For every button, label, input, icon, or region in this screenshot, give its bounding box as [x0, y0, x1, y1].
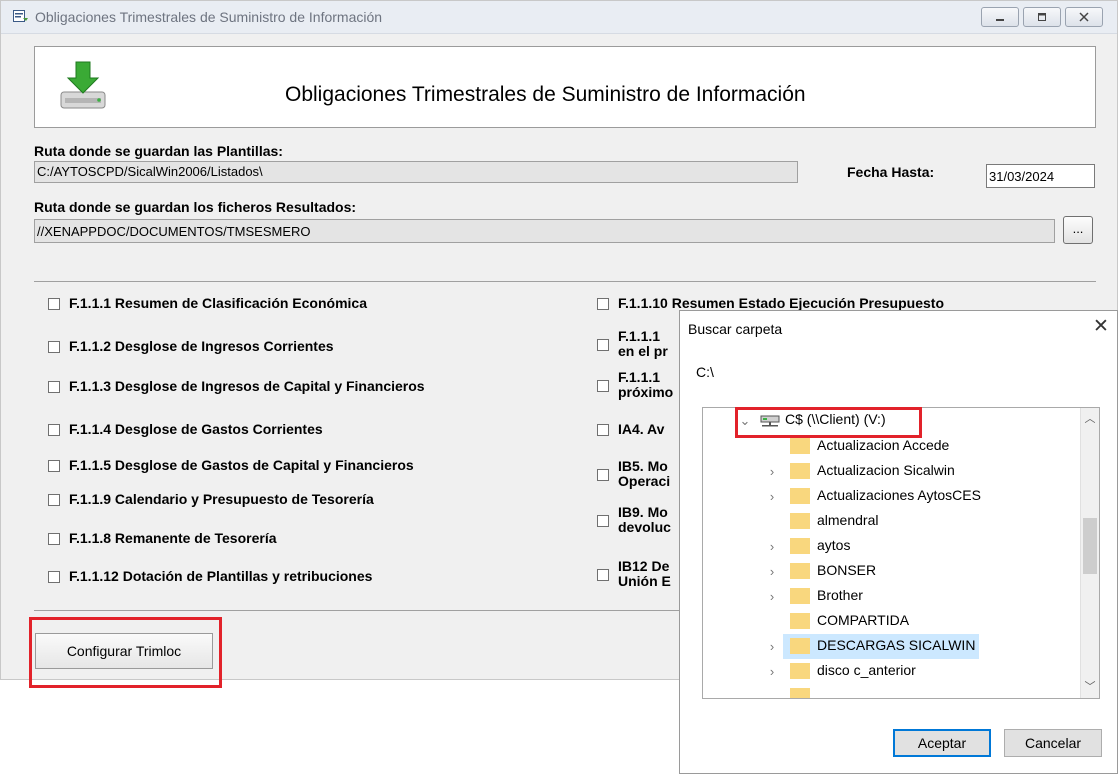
folder-icon — [790, 438, 810, 454]
checkbox-square[interactable] — [597, 515, 609, 527]
chevron-right-icon[interactable]: › — [766, 590, 778, 603]
templates-path-field[interactable]: C:/AYTOSCPD/SicalWin2006/Listados\ — [34, 161, 798, 183]
tree-scrollbar[interactable]: ︿ ﹀ — [1080, 408, 1099, 698]
folder-icon — [790, 563, 810, 579]
folder-icon — [790, 513, 810, 529]
highlight-box — [29, 617, 222, 688]
checkbox-square[interactable] — [48, 341, 60, 353]
maximize-icon[interactable] — [1023, 7, 1061, 27]
aceptar-button[interactable]: Aceptar — [893, 729, 991, 757]
tree-item[interactable]: almendral — [703, 509, 1083, 534]
fecha-hasta-label: Fecha Hasta: — [847, 164, 935, 180]
folder-icon — [790, 463, 810, 479]
report-checkbox[interactable]: IB5. Mo Operaci — [597, 459, 670, 489]
checkbox-square[interactable] — [597, 569, 609, 581]
report-checkbox[interactable]: F.1.1.8 Remanente de Tesorería — [48, 531, 277, 546]
report-checkbox[interactable]: F.1.1.1 en el pr — [597, 329, 668, 359]
checkbox-square[interactable] — [597, 298, 609, 310]
chevron-right-icon[interactable]: › — [766, 465, 778, 478]
scroll-down-icon[interactable]: ﹀ — [1081, 678, 1099, 696]
folder-icon — [790, 538, 810, 554]
dialog-title: Buscar carpeta — [688, 321, 783, 337]
report-checkbox[interactable]: F.1.1.3 Desglose de Ingresos de Capital … — [48, 379, 425, 394]
app-icon — [13, 10, 28, 22]
folder-tree[interactable]: ⌄ C$ (\\Client) (V:) Actualizacion Acced… — [702, 407, 1100, 699]
report-checkbox[interactable]: F.1.1.1 Resumen de Clasificación Económi… — [48, 296, 367, 311]
chevron-right-icon[interactable]: › — [766, 640, 778, 653]
report-checkbox[interactable]: F.1.1.10 Resumen Estado Ejecución Presup… — [597, 296, 944, 311]
checkbox-square[interactable] — [48, 494, 60, 506]
tree-item[interactable]: › BONSER — [703, 559, 1083, 584]
browse-button[interactable]: ... — [1063, 216, 1093, 244]
window-controls — [981, 7, 1103, 29]
scroll-thumb[interactable] — [1083, 518, 1097, 574]
chevron-right-icon[interactable]: › — [766, 540, 778, 553]
scroll-up-icon[interactable]: ︿ — [1081, 410, 1099, 428]
minimize-icon[interactable] — [981, 7, 1019, 27]
close-icon[interactable]: ✕ — [1091, 317, 1111, 337]
report-checkbox[interactable]: F.1.1.5 Desglose de Gastos de Capital y … — [48, 458, 414, 473]
folder-icon — [790, 588, 810, 604]
report-checkbox[interactable]: IB9. Mo devoluc — [597, 505, 671, 535]
folder-icon — [790, 663, 810, 679]
report-checkbox[interactable]: F.1.1.4 Desglose de Gastos Corrientes — [48, 422, 323, 437]
report-checkbox[interactable]: F.1.1.2 Desglose de Ingresos Corrientes — [48, 339, 334, 354]
header-panel: Obligaciones Trimestrales de Suministro … — [34, 46, 1096, 128]
tree-item[interactable]: › aytos — [703, 534, 1083, 559]
cancelar-button[interactable]: Cancelar — [1004, 729, 1102, 757]
folder-icon — [790, 613, 810, 629]
report-checkbox[interactable]: F.1.1.1 próximo — [597, 370, 673, 400]
folder-icon — [790, 488, 810, 504]
download-drive-icon — [60, 61, 106, 109]
checkbox-square[interactable] — [597, 424, 609, 436]
checkbox-square[interactable] — [48, 381, 60, 393]
report-checkbox[interactable]: F.1.1.12 Dotación de Plantillas y retrib… — [48, 569, 372, 584]
checkbox-square[interactable] — [597, 339, 609, 351]
tree-item[interactable]: › Actualizacion Sicalwin — [703, 459, 1083, 484]
tree-item[interactable]: › Brother — [703, 584, 1083, 609]
chevron-right-icon[interactable]: › — [766, 665, 778, 678]
results-path-label: Ruta donde se guardan los ficheros Resul… — [34, 199, 357, 215]
tree-item[interactable]: › disco c_anterior — [703, 659, 1083, 684]
page-title: Obligaciones Trimestrales de Suministro … — [285, 83, 806, 106]
window-title: Obligaciones Trimestrales de Suministro … — [35, 9, 383, 25]
report-checkbox[interactable]: IA4. Av — [597, 422, 664, 437]
templates-path-label: Ruta donde se guardan las Plantillas: — [34, 143, 283, 159]
fecha-hasta-field[interactable]: 31/03/2024 — [986, 164, 1095, 188]
checkbox-square[interactable] — [48, 533, 60, 545]
results-path-field[interactable]: //XENAPPDOC/DOCUMENTOS/TMSESMERO — [34, 219, 1055, 243]
chevron-right-icon[interactable]: › — [766, 565, 778, 578]
buscar-carpeta-dialog: Buscar carpeta ✕ C:\ ⌄ C$ (\\Client) (V:… — [679, 310, 1118, 774]
report-checkbox[interactable]: IB12 De Unión E — [597, 559, 671, 589]
tree-item[interactable]: COMPARTIDA — [703, 609, 1083, 634]
tree-item-selected[interactable]: DESCARGAS SICALWIN — [783, 634, 979, 659]
selected-path: C:\ — [696, 364, 714, 380]
tree-item[interactable]: › Actualizaciones AytosCES — [703, 484, 1083, 509]
checkbox-square[interactable] — [48, 571, 60, 583]
folder-icon — [790, 638, 810, 654]
chevron-right-icon[interactable]: › — [766, 490, 778, 503]
title-bar: Obligaciones Trimestrales de Suministro … — [1, 1, 1117, 34]
checkbox-square[interactable] — [48, 424, 60, 436]
report-checkbox[interactable]: F.1.1.9 Calendario y Presupuesto de Teso… — [48, 492, 374, 507]
close-icon[interactable] — [1065, 7, 1103, 27]
checkbox-square[interactable] — [597, 469, 609, 481]
checkbox-square[interactable] — [48, 460, 60, 472]
highlight-box — [735, 407, 922, 438]
checkbox-square[interactable] — [597, 380, 609, 392]
checkbox-square[interactable] — [48, 298, 60, 310]
folder-icon — [790, 688, 810, 698]
